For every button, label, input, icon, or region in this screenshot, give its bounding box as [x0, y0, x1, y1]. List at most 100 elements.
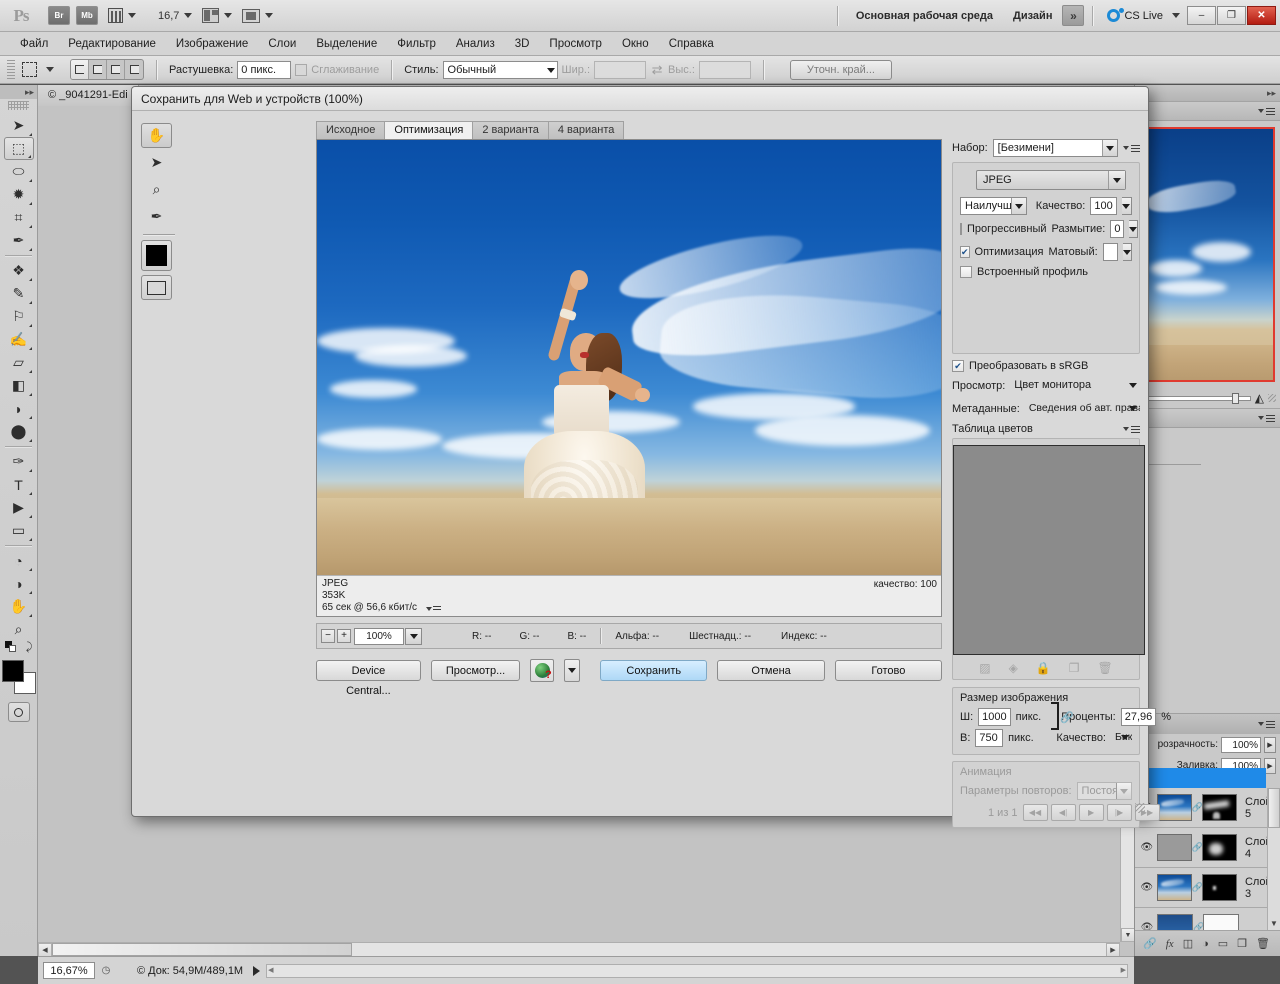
layer-visibility-icon[interactable]: 👁 — [1137, 882, 1157, 893]
tools-panel-grip[interactable] — [8, 101, 29, 110]
progressive-checkbox[interactable] — [960, 223, 962, 235]
scroll-left-arrow[interactable]: ◀ — [268, 966, 273, 974]
workspace-more-button[interactable]: » — [1062, 5, 1084, 26]
image-percent-input[interactable]: 27,96 — [1121, 708, 1157, 726]
width-input[interactable] — [594, 61, 646, 79]
delete-color-icon[interactable]: 🗑 — [1098, 661, 1113, 675]
convert-srgb-checkbox[interactable]: ✔ — [952, 360, 964, 372]
first-frame-icon[interactable]: ◀◀ — [1023, 804, 1048, 821]
canvas-horizontal-scrollbar[interactable]: ◀ ▶ — [38, 942, 1120, 956]
icc-profile-checkbox[interactable] — [960, 266, 972, 278]
add-selection-button[interactable] — [89, 60, 107, 79]
intersect-selection-button[interactable] — [125, 60, 143, 79]
loop-select[interactable]: Постоянно — [1077, 782, 1132, 800]
menu-layers[interactable]: Слои — [258, 32, 306, 56]
menu-edit[interactable]: Редактирование — [58, 32, 166, 56]
blur-stepper[interactable] — [1129, 220, 1138, 238]
layers-scrollbar[interactable]: ▼ — [1267, 788, 1280, 930]
layer-style-icon[interactable]: fx — [1166, 938, 1174, 950]
preview-image[interactable] — [317, 140, 942, 577]
file-format-select[interactable]: JPEG — [976, 170, 1126, 190]
color-table-menu-icon[interactable] — [1123, 426, 1140, 433]
arrange-documents-button[interactable] — [202, 8, 232, 23]
matte-dropdown[interactable] — [1123, 243, 1132, 261]
zoom-chevron-down-icon[interactable] — [184, 13, 192, 18]
style-select[interactable]: Обычный — [443, 61, 558, 79]
scroll-right-arrow[interactable]: ▶ — [1121, 966, 1126, 974]
lasso-tool[interactable]: ⬭ — [4, 160, 34, 183]
layer-visibility-icon[interactable]: 👁 — [1137, 842, 1157, 853]
lock-color-icon[interactable]: 🔒 — [1036, 661, 1051, 675]
move-tool[interactable]: ➤ — [4, 114, 34, 137]
spot-healing-brush-tool[interactable]: ❖ — [4, 259, 34, 282]
type-tool[interactable]: T — [4, 473, 34, 496]
brush-tool[interactable]: ✎ — [4, 282, 34, 305]
new-selection-button[interactable] — [71, 60, 89, 79]
table-row[interactable]: 👁 🔗 Слой 3 — [1135, 868, 1280, 908]
layer-mask-thumbnail[interactable] — [1202, 794, 1237, 821]
hand-tool[interactable]: ✋ — [141, 123, 172, 148]
3d-orbit-tool[interactable]: ◑ — [4, 572, 34, 595]
bridge-button[interactable]: Br — [48, 6, 70, 25]
status-menu-arrow-icon[interactable] — [253, 966, 260, 976]
image-width-input[interactable]: 1000 — [978, 708, 1010, 726]
quick-mask-mode-button[interactable] — [8, 702, 30, 722]
scroll-thumb-horizontal[interactable] — [52, 943, 352, 956]
eyedropper-color-swatch[interactable] — [141, 240, 172, 271]
menu-3d[interactable]: 3D — [505, 32, 540, 56]
new-layer-icon[interactable]: ❐ — [1237, 937, 1247, 950]
blur-tool[interactable]: ◗ — [4, 397, 34, 420]
layer-thumbnail[interactable] — [1157, 914, 1193, 930]
layer-link-icon[interactable]: 🔗 — [1192, 802, 1202, 813]
pen-tool[interactable]: ✑ — [4, 450, 34, 473]
web-shift-icon[interactable]: ◈ — [1009, 661, 1018, 675]
layer-thumbnail[interactable] — [1157, 834, 1192, 861]
gradient-tool[interactable]: ◧ — [4, 374, 34, 397]
zoom-in-button[interactable]: + — [337, 629, 351, 643]
image-height-input[interactable]: 750 — [975, 729, 1003, 747]
minimize-button[interactable]: – — [1187, 6, 1216, 25]
menu-window[interactable]: Окно — [612, 32, 659, 56]
layer-mask-thumbnail[interactable] — [1202, 834, 1237, 861]
menu-filter[interactable]: Фильтр — [387, 32, 446, 56]
adjustment-layer-icon[interactable]: ◑ — [1202, 938, 1209, 950]
quality-preset-select[interactable]: Наилучшее — [960, 197, 1027, 215]
browser-list-dropdown[interactable] — [564, 659, 580, 682]
path-selection-tool[interactable]: ▶ — [4, 496, 34, 519]
link-layers-icon[interactable]: 🔗 — [1143, 937, 1157, 950]
zoom-out-button[interactable]: − — [321, 629, 335, 643]
rectangular-marquee-tool[interactable]: ⬚ — [4, 137, 34, 160]
preview-in-browser-button[interactable] — [530, 659, 554, 682]
view-extras-button[interactable] — [108, 8, 136, 23]
close-button[interactable]: ✕ — [1247, 6, 1276, 25]
tab-optimized[interactable]: Оптимизация — [384, 121, 472, 139]
panel-menu-icon[interactable] — [1258, 415, 1275, 422]
tools-panel-collapse[interactable]: ▸▸ — [0, 85, 37, 99]
zoom-level-display[interactable]: 16,7 — [158, 10, 179, 22]
dodge-tool[interactable]: ⬤ — [4, 420, 34, 443]
options-bar-grip[interactable] — [7, 60, 15, 80]
menu-file[interactable]: Файл — [10, 32, 58, 56]
cs-live-button[interactable]: CS Live — [1101, 9, 1186, 22]
quick-selection-tool[interactable]: ✹ — [4, 183, 34, 206]
zoom-tool[interactable]: ⌕ — [4, 618, 34, 641]
subtract-selection-button[interactable] — [107, 60, 125, 79]
eyedropper-tool[interactable]: ✒ — [4, 229, 34, 252]
menu-help[interactable]: Справка — [659, 32, 724, 56]
tab-2-up[interactable]: 2 варианта — [472, 121, 548, 139]
quality-input[interactable]: 100 — [1090, 197, 1116, 215]
quality-stepper[interactable] — [1122, 197, 1132, 215]
table-row[interactable]: 👁 🔗 Слой 4 — [1135, 828, 1280, 868]
blur-input[interactable]: 0 — [1110, 220, 1124, 238]
panel-menu-icon[interactable] — [1258, 721, 1275, 728]
foreground-color-swatch[interactable] — [2, 660, 24, 682]
eyedropper-tool[interactable]: ✒ — [141, 204, 172, 229]
document-tab[interactable]: © _9041291-Edi — [38, 85, 139, 106]
done-button[interactable]: Готово — [835, 660, 942, 681]
navigator-zoom-slider[interactable] — [1139, 392, 1251, 405]
layer-link-icon[interactable]: 🔗 — [1193, 922, 1203, 930]
table-row[interactable]: 👁 🔗 — [1135, 908, 1280, 930]
crop-tool[interactable]: ⌗ — [4, 206, 34, 229]
status-clock-icon[interactable]: ◷ — [97, 962, 115, 979]
navigator-resize-grip[interactable] — [1268, 394, 1276, 402]
